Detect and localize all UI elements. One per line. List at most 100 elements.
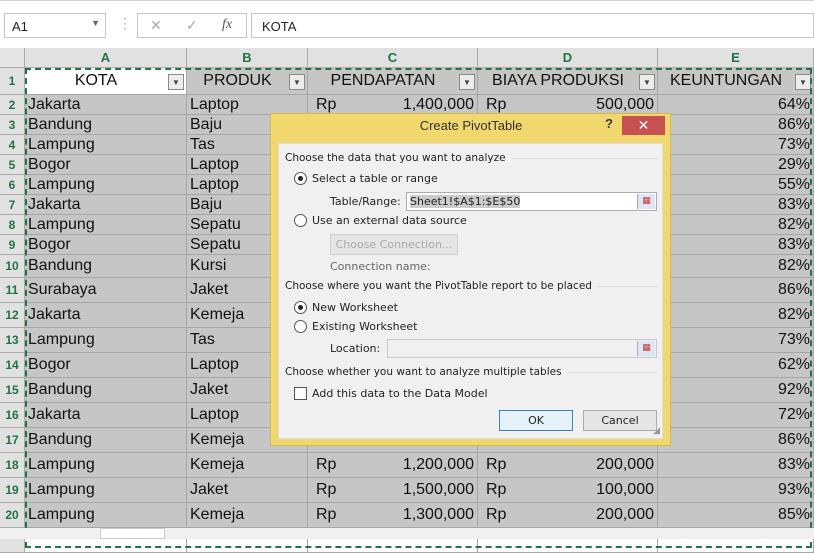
row-header[interactable]: 8 [0,215,25,235]
row-header[interactable]: 1 [0,68,25,95]
column-header-d[interactable]: D [478,48,658,68]
cell[interactable]: 92% [658,378,814,403]
cell[interactable]: Bandung [25,378,187,403]
cell[interactable]: 64% [658,95,814,115]
radio-selected[interactable] [294,172,307,185]
resize-grip-icon[interactable]: ◢ [653,426,660,436]
choose-connection-button[interactable]: Choose Connection... [330,234,458,255]
column-header-a[interactable]: A [25,48,187,68]
cell[interactable]: Bandung [25,255,187,278]
row-header[interactable]: 11 [0,278,25,303]
cell[interactable]: Surabaya [25,278,187,303]
cell[interactable]: Lampung [25,478,187,503]
cell[interactable]: Rp 1,500,000 [308,478,478,503]
help-button[interactable]: ? [605,116,613,131]
external-source-option[interactable]: Use an external data source [294,214,467,227]
column-header-c[interactable]: C [308,48,478,68]
cell[interactable]: 86% [658,278,814,303]
filter-dropdown-icon[interactable]: ▼ [168,74,184,90]
existing-worksheet-option[interactable]: Existing Worksheet [294,320,417,333]
filter-dropdown-icon[interactable]: ▼ [639,74,655,90]
row-header[interactable]: 6 [0,175,25,195]
table-range-input[interactable]: Sheet1!$A$1:$E$50 ▦ [406,192,657,211]
row-header[interactable]: 14 [0,353,25,378]
row-header[interactable]: 12 [0,303,25,328]
cell[interactable]: Lampung [25,175,187,195]
range-selector-icon[interactable]: ▦ [637,341,655,356]
row-header[interactable]: 13 [0,328,25,353]
cell[interactable]: Rp 100,000 [478,478,658,503]
cell[interactable]: 85% [658,503,814,528]
cell[interactable]: 73% [658,328,814,353]
cell[interactable]: 83% [658,235,814,255]
radio-unselected[interactable] [294,320,307,333]
cell[interactable]: Lampung [25,135,187,155]
cell[interactable]: 93% [658,478,814,503]
cell[interactable]: Lampung [25,503,187,528]
data-model-checkbox[interactable]: Add this data to the Data Model [294,387,488,400]
location-input[interactable]: ▦ [387,339,657,358]
cell[interactable]: 82% [658,255,814,278]
cell[interactable]: Bogor [25,353,187,378]
cell[interactable]: Laptop [187,95,308,115]
cell[interactable]: Bogor [25,155,187,175]
header-cell-untung[interactable]: KEUNTUNGAN ▼ [658,68,814,95]
cell[interactable]: Jaket [187,478,308,503]
cell[interactable]: Jakarta [25,403,187,428]
column-header-b[interactable]: B [187,48,308,68]
cell[interactable]: Rp 1,400,000 [308,95,478,115]
cancel-icon[interactable]: ✕ [150,17,162,34]
select-all-button[interactable] [0,48,25,68]
header-cell-kota[interactable]: KOTA ▼ [25,68,187,95]
row-header[interactable]: 3 [0,115,25,135]
cancel-button[interactable]: Cancel [583,410,657,431]
cell[interactable]: Jakarta [25,303,187,328]
row-header[interactable]: 4 [0,135,25,155]
row-header[interactable]: 20 [0,503,25,528]
row-header[interactable]: 16 [0,403,25,428]
row-header[interactable]: 7 [0,195,25,215]
cell[interactable]: Lampung [25,328,187,353]
checkbox[interactable] [294,387,307,400]
filter-dropdown-icon[interactable]: ▼ [795,74,811,90]
cell[interactable]: Lampung [25,453,187,478]
cell[interactable]: 82% [658,303,814,328]
cell[interactable]: 83% [658,453,814,478]
cell[interactable]: Rp 200,000 [478,503,658,528]
cell[interactable]: 82% [658,215,814,235]
radio-unselected[interactable] [294,214,307,227]
cell[interactable]: Jakarta [25,95,187,115]
cell[interactable]: Jakarta [25,195,187,215]
range-selector-icon[interactable]: ▦ [637,194,655,209]
chevron-down-icon[interactable]: ▼ [91,18,100,28]
cell[interactable]: Rp 500,000 [478,95,658,115]
name-box[interactable]: A1 ▼ [4,13,106,38]
cell[interactable]: Bandung [25,428,187,453]
row-header[interactable]: 19 [0,478,25,503]
row-header[interactable]: 15 [0,378,25,403]
cell[interactable]: Bandung [25,115,187,135]
sheet-tab[interactable] [100,528,165,539]
row-header[interactable]: 5 [0,155,25,175]
filter-dropdown-icon[interactable]: ▼ [459,74,475,90]
cell[interactable]: Rp 1,300,000 [308,503,478,528]
cell[interactable]: Rp 200,000 [478,453,658,478]
cell[interactable]: Bogor [25,235,187,255]
cell[interactable]: 86% [658,428,814,453]
filter-dropdown-icon[interactable]: ▼ [289,74,305,90]
cell[interactable]: 86% [658,115,814,135]
row-header[interactable]: 17 [0,428,25,453]
cell[interactable]: 55% [658,175,814,195]
formula-input[interactable]: KOTA [251,13,814,38]
close-button[interactable]: ✕ [622,116,665,135]
header-cell-produk[interactable]: PRODUK ▼ [187,68,308,95]
radio-selected[interactable] [294,301,307,314]
insert-function-icon[interactable]: fx [222,17,232,33]
ok-button[interactable]: OK [499,410,573,431]
row-header[interactable]: 18 [0,453,25,478]
enter-icon[interactable]: ✓ [186,17,198,34]
cell[interactable]: Kemeja [187,453,308,478]
row-header[interactable]: 2 [0,95,25,115]
header-cell-biaya[interactable]: BIAYA PRODUKSI ▼ [478,68,658,95]
cell[interactable]: Rp 1,200,000 [308,453,478,478]
